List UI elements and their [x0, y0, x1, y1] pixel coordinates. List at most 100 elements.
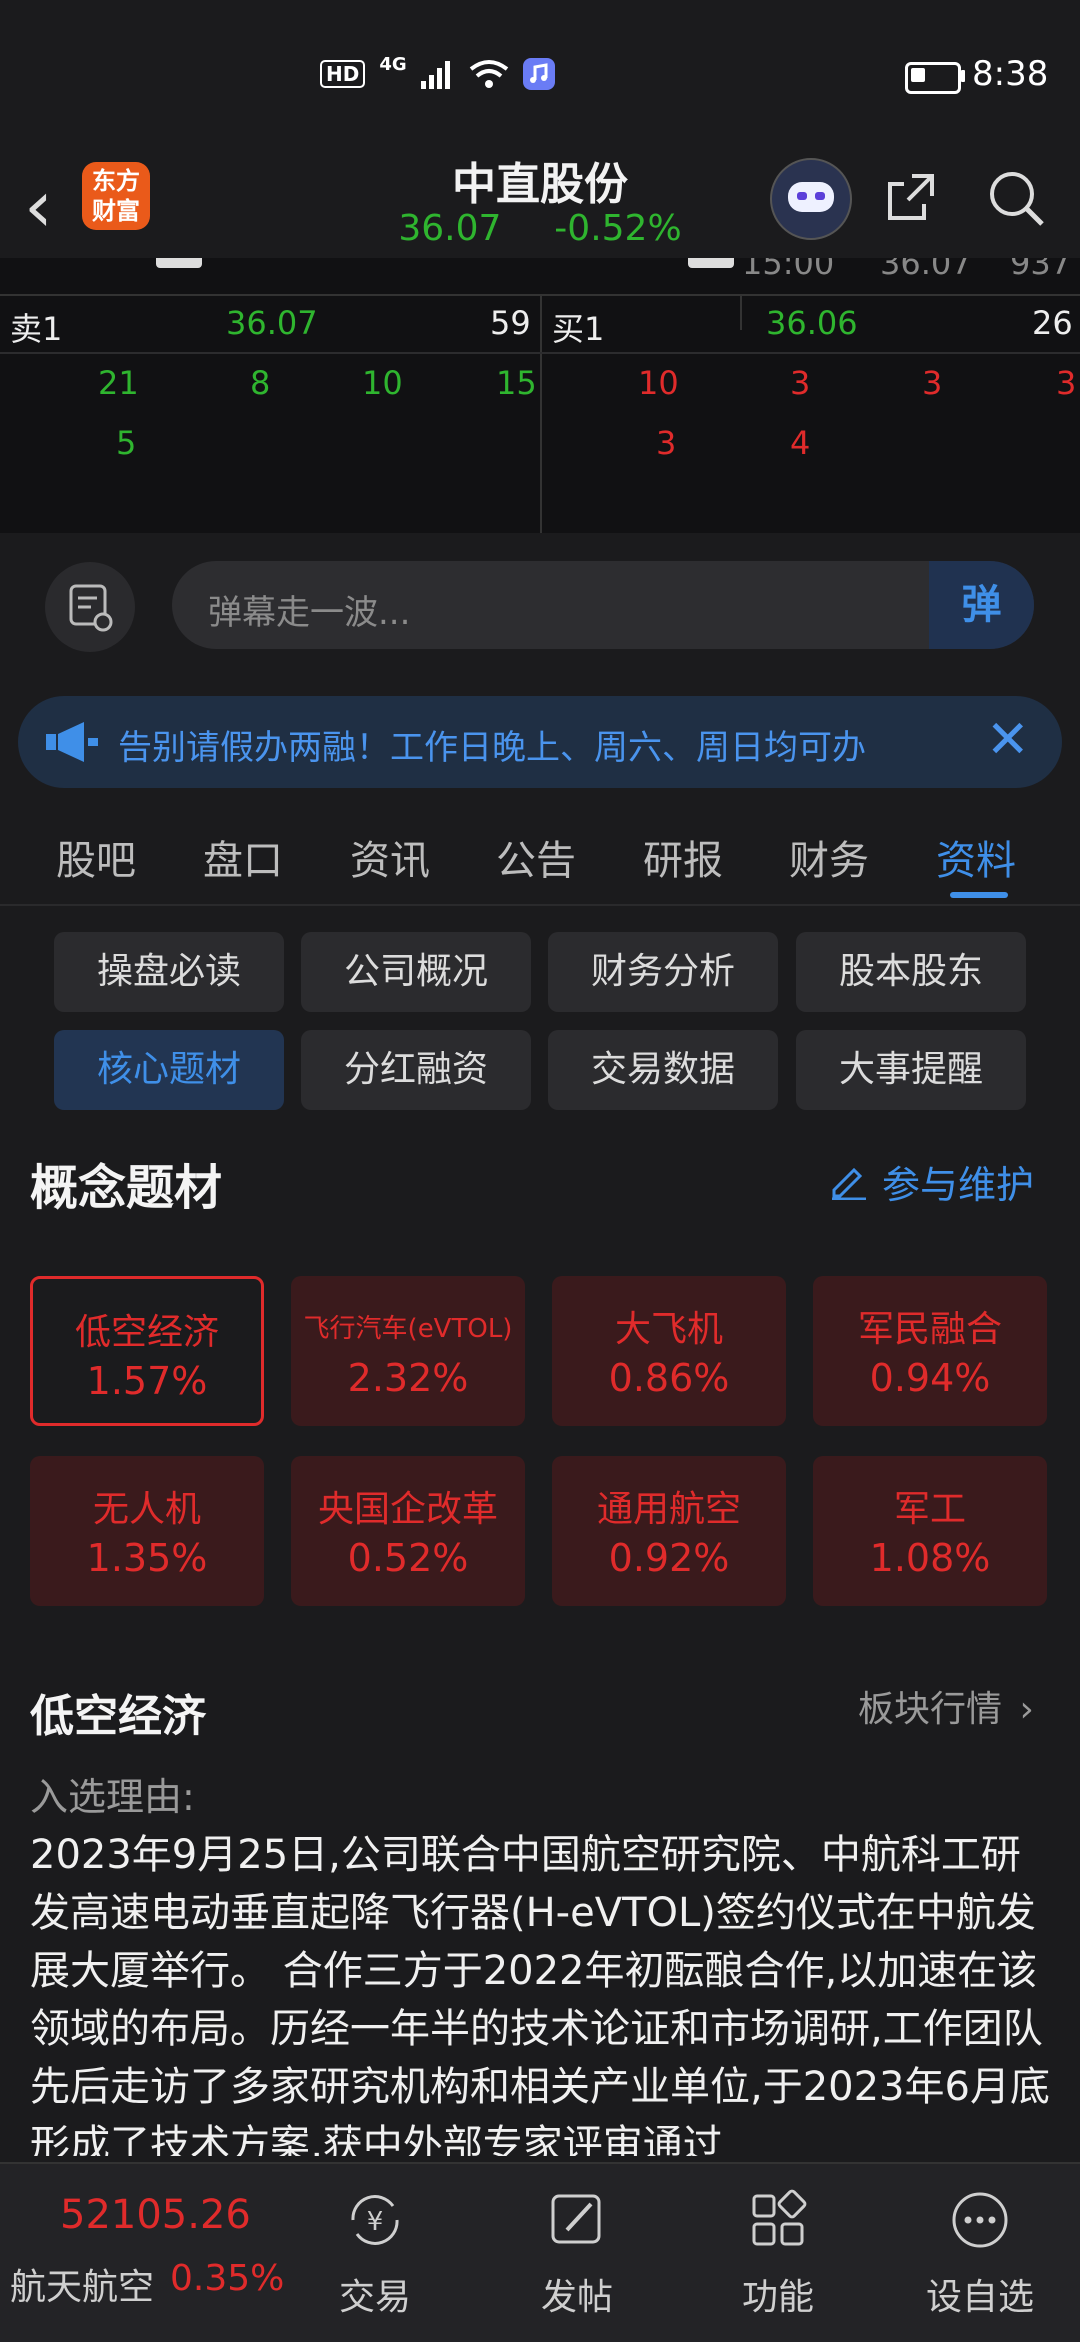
- edit-icon: [551, 2194, 601, 2244]
- concept-name: 通用航空: [596, 1489, 741, 1530]
- buy1-price: 36.06: [766, 304, 858, 342]
- buy-detail-qty: 10: [638, 364, 679, 402]
- subtab-trading-data[interactable]: 交易数据: [548, 1030, 778, 1110]
- ai-assistant-icon[interactable]: [770, 158, 852, 240]
- buy1-qty: 26: [1032, 304, 1073, 342]
- maintain-link[interactable]: 参与维护: [882, 1154, 1034, 1209]
- drag-handle-right[interactable]: [688, 258, 734, 268]
- tab-announcements[interactable]: 公告: [496, 828, 576, 886]
- danmu-settings-button[interactable]: [45, 562, 135, 652]
- subtab-trading-must-read[interactable]: 操盘必读: [54, 932, 284, 1012]
- concept-pct: 1.08%: [869, 1536, 991, 1580]
- buy-detail-qty: 3: [922, 364, 943, 402]
- order-book-divider: [540, 294, 542, 533]
- board-quote-link[interactable]: 板块行情 ›: [858, 1680, 1034, 1732]
- sell-detail-qty: 5: [116, 424, 137, 462]
- more-dots-icon: [952, 2192, 1008, 2248]
- sell1-price: 36.07: [226, 304, 318, 342]
- functions-label: 功能: [741, 2277, 814, 2318]
- logo-text-bottom: 财富: [92, 197, 140, 225]
- concept-card[interactable]: 通用航空 0.92%: [552, 1456, 786, 1606]
- concept-name: 飞行汽车(eVTOL): [303, 1314, 513, 1344]
- tab-research[interactable]: 研报: [643, 828, 723, 886]
- index-pct[interactable]: 0.35%: [170, 2258, 284, 2299]
- clock: 8:38: [972, 54, 1049, 94]
- notice-text: 告别请假办两融！工作日晚上、周六、周日均可办: [118, 728, 866, 768]
- order-book-separator: [0, 352, 1080, 354]
- stock-price: 36.07: [398, 208, 502, 249]
- pencil-icon[interactable]: [828, 1160, 868, 1200]
- drag-handle-left[interactable]: [156, 258, 202, 268]
- add-watchlist-button[interactable]: 设自选: [900, 2188, 1060, 2320]
- order-book: 15:00 36.07 937 卖1 36.07 59 21 8 10 15 5…: [0, 258, 1080, 533]
- logo-text-top: 东方: [92, 167, 140, 195]
- concept-name: 低空经济: [74, 1312, 219, 1353]
- sell-detail-qty: 15: [496, 364, 537, 402]
- app-logo[interactable]: 东方 财富: [82, 162, 150, 230]
- order-book-top-fragment: 15:00 36.07 937: [0, 258, 1080, 296]
- danmu-placeholder: 弹幕走一波...: [208, 593, 411, 633]
- sell1-qty: 59: [490, 304, 531, 342]
- index-name[interactable]: 航天航空: [10, 2258, 154, 2310]
- danmu-input[interactable]: 弹幕走一波... 弹: [172, 561, 1034, 649]
- danmu-toggle-label: 弹: [961, 582, 1002, 628]
- back-icon[interactable]: ‹: [24, 170, 53, 242]
- concept-card[interactable]: 飞行汽车(eVTOL) 2.32%: [291, 1276, 525, 1426]
- detail-title: 低空经济: [30, 1691, 206, 1742]
- concept-card[interactable]: 低空经济 1.57%: [30, 1276, 264, 1426]
- tick-time: 15:00: [742, 258, 835, 282]
- post-button[interactable]: 发帖: [497, 2188, 657, 2320]
- sell-detail-qty: 10: [362, 364, 403, 402]
- trade-button[interactable]: ¥ 交易: [295, 2188, 455, 2320]
- signal-icon: [420, 61, 450, 89]
- chevron-right-icon: ›: [1019, 1689, 1034, 1730]
- subtab-core-themes[interactable]: 核心题材: [54, 1030, 284, 1110]
- concept-card[interactable]: 军工 1.08%: [813, 1456, 1047, 1606]
- functions-button[interactable]: 功能: [698, 2188, 858, 2320]
- buy-detail-qty: 4: [790, 424, 811, 462]
- subtab-company-overview[interactable]: 公司概况: [301, 932, 531, 1012]
- stock-change: -0.52%: [554, 208, 682, 249]
- tab-profile[interactable]: 资料: [936, 828, 1016, 886]
- notice-banner[interactable]: 告别请假办两融！工作日晚上、周六、周日均可办 ✕: [18, 696, 1062, 788]
- subtab-financial-analysis[interactable]: 财务分析: [548, 932, 778, 1012]
- index-value[interactable]: 52105.26: [60, 2192, 251, 2238]
- tab-pankou[interactable]: 盘口: [203, 828, 283, 886]
- danmu-toggle-button[interactable]: 弹: [929, 561, 1034, 649]
- concept-card[interactable]: 央国企改革 0.52%: [291, 1456, 525, 1606]
- stock-name[interactable]: 中直股份: [340, 148, 740, 212]
- grid-icon: [752, 2189, 807, 2246]
- concept-pct: 0.94%: [869, 1356, 991, 1400]
- subtab-shareholders[interactable]: 股本股东: [796, 932, 1026, 1012]
- tab-guba[interactable]: 股吧: [56, 828, 136, 886]
- concept-card[interactable]: 军民融合 0.94%: [813, 1276, 1047, 1426]
- search-icon[interactable]: [986, 168, 1046, 228]
- robot-eye-right: [815, 192, 825, 200]
- reason-label: 入选理由:: [30, 1775, 195, 1819]
- concepts-title: 概念题材: [30, 1160, 223, 1216]
- tick-volume: 937: [1010, 258, 1072, 282]
- concept-card[interactable]: 大飞机 0.86%: [552, 1276, 786, 1426]
- board-quote-label: 板块行情: [858, 1689, 1003, 1730]
- tab-finance[interactable]: 财务: [789, 828, 869, 886]
- bottom-bar: 52105.26 航天航空 0.35% ¥ 交易 发帖 功能 设自选: [0, 2162, 1080, 2342]
- subtab-dividends-financing[interactable]: 分红融资: [301, 1030, 531, 1110]
- sell-detail-qty: 21: [98, 364, 139, 402]
- active-tab-indicator: [950, 892, 1008, 898]
- concept-pct: 0.86%: [608, 1356, 730, 1400]
- battery-icon: [905, 62, 961, 94]
- status-icons: HD 4G: [320, 54, 555, 90]
- concept-pct: 0.92%: [608, 1536, 730, 1580]
- danmu-settings-icon: [69, 584, 113, 632]
- network-indicator: 4G: [379, 53, 407, 75]
- buy-detail-qty: 3: [1056, 364, 1077, 402]
- tab-news[interactable]: 资讯: [350, 828, 430, 886]
- concept-pct: 2.32%: [347, 1356, 469, 1400]
- trade-label: 交易: [338, 2277, 411, 2318]
- concept-card[interactable]: 无人机 1.35%: [30, 1456, 264, 1606]
- buy-detail-qty: 3: [656, 424, 677, 462]
- tick-price: 36.07: [880, 258, 972, 282]
- close-icon[interactable]: ✕: [986, 710, 1030, 770]
- share-icon[interactable]: [884, 170, 938, 224]
- subtab-events[interactable]: 大事提醒: [796, 1030, 1026, 1110]
